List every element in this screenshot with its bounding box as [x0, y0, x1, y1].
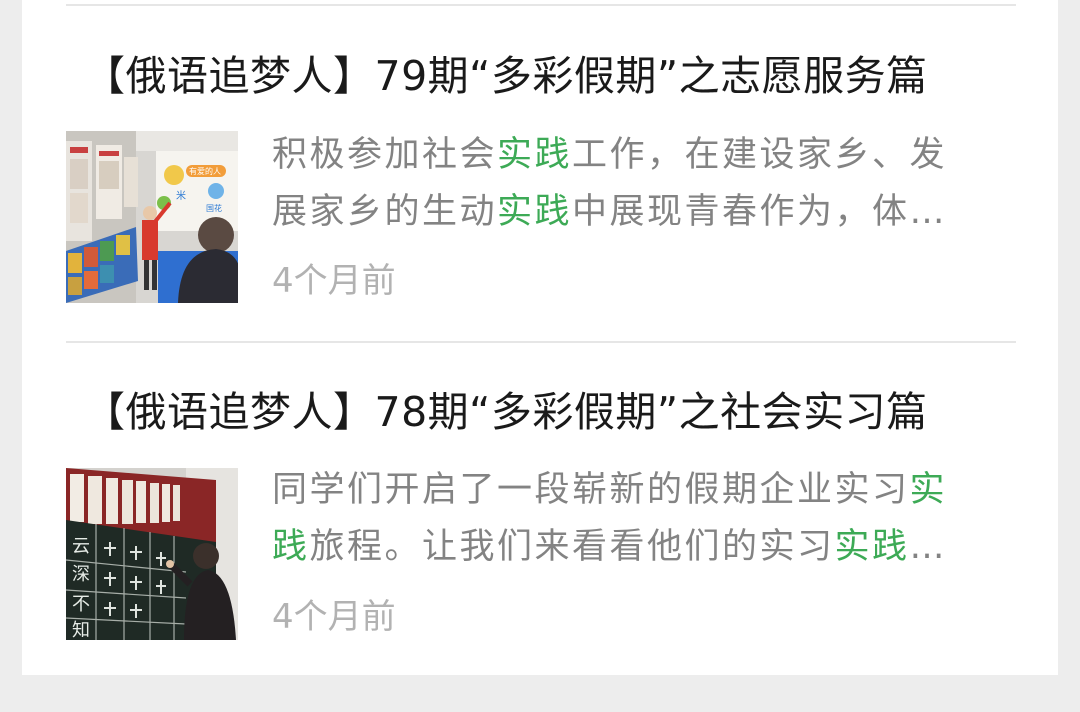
publish-time: 4个月前: [272, 597, 396, 637]
divider: [66, 341, 1016, 343]
summary-text: 中展现青春作为，体…: [572, 192, 948, 232]
poster-text: 有爱的人: [189, 166, 221, 176]
keyword-highlight: 实践: [497, 135, 573, 175]
article-card-79[interactable]: 【俄语追梦人】79期“多彩假期”之志愿服务篇 有爱的人 米 国花 积极参加社会实…: [0, 46, 1080, 376]
blackboard-char: 知: [72, 620, 90, 640]
article-summary: 同学们开启了一段崭新的假期企业实习实 践旅程。让我们来看看他们的实习实践…: [272, 462, 1000, 594]
keyword-highlight: 实: [909, 470, 948, 510]
keyword-highlight: 践: [272, 527, 310, 567]
article-title[interactable]: 【俄语追梦人】78期“多彩假期”之社会实习篇: [84, 382, 1004, 442]
summary-text: 工作，在建设家乡、发: [572, 135, 948, 175]
publish-time: 4个月前: [272, 261, 396, 301]
divider: [66, 4, 1016, 6]
volunteer-exhibition-photo-icon: 有爱的人 米 国花: [66, 131, 238, 303]
calligraphy-blackboard-photo-icon: 云 深 不 知: [66, 468, 238, 640]
article-summary: 积极参加社会实践工作，在建设家乡、发 展家乡的生动实践中展现青春作为，体…: [272, 127, 1000, 259]
article-title[interactable]: 【俄语追梦人】79期“多彩假期”之志愿服务篇: [84, 46, 1004, 106]
article-thumbnail[interactable]: 云 深 不 知: [66, 468, 238, 640]
article-thumbnail[interactable]: 有爱的人 米 国花: [66, 131, 238, 303]
keyword-highlight: 实践: [834, 527, 910, 567]
blackboard-char: 云: [72, 536, 90, 557]
keyword-highlight: 实践: [497, 192, 573, 232]
summary-text: …: [909, 527, 948, 567]
summary-text: 旅程。让我们来看看他们的实习: [309, 527, 835, 567]
poster-text: 米: [176, 189, 186, 202]
summary-text: 积极参加社会: [272, 135, 498, 175]
summary-text: 同学们开启了一段崭新的假期企业实习: [272, 470, 910, 510]
poster-text: 国花: [206, 203, 222, 213]
blackboard-char: 深: [72, 564, 90, 585]
article-card-78[interactable]: 【俄语追梦人】78期“多彩假期”之社会实习篇 云 深 不 知 同学们开启了一段崭…: [0, 382, 1080, 712]
summary-text: 展家乡的生动: [272, 192, 498, 232]
blackboard-char: 不: [72, 594, 90, 615]
